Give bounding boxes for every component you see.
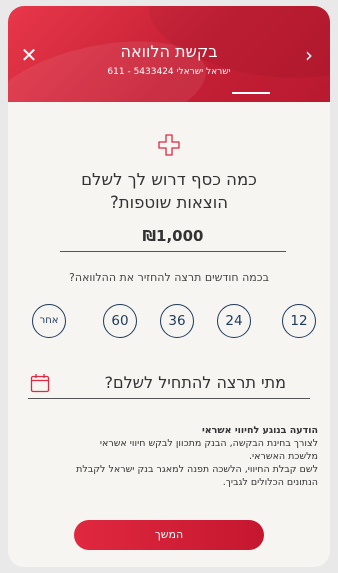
months-options: 12 24 36 60 אחר [22, 304, 316, 338]
loan-request-card: ✕ › בקשת הלוואה ישראל ישראלי 5433424 - 6… [8, 6, 330, 567]
amount-question-line: כמה כסף דרוש לך לשלם [81, 170, 257, 189]
start-date-field[interactable]: מתי תרצה להתחיל לשלם? [28, 369, 310, 399]
step-progress-indicator [232, 92, 270, 94]
credit-notice-text: הנתונים הכלולים לגביך. [222, 477, 318, 488]
close-icon[interactable]: ✕ [18, 44, 40, 66]
continue-button[interactable]: המשך [74, 520, 264, 550]
plus-outline-icon [158, 134, 180, 156]
amount-input[interactable] [60, 222, 286, 250]
calendar-icon[interactable] [30, 373, 50, 393]
credit-notice-text: לשם קבלת החיווי, הלשכה תפנה למאגר בנק יש… [76, 464, 318, 475]
amount-question: כמה כסף דרוש לך לשלם הוצאות שוטפות? [48, 168, 290, 214]
start-date-label[interactable]: מתי תרצה להתחיל לשלם? [104, 373, 286, 392]
header: ✕ › בקשת הלוואה ישראל ישראלי 5433424 - 6… [8, 6, 330, 102]
credit-notice-text: מלשכת האשראי. [248, 451, 318, 462]
month-option-60[interactable]: 60 [103, 304, 137, 338]
account-subtitle: ישראל ישראלי 5433424 - 611 [107, 67, 231, 77]
chevron-right-icon[interactable]: › [298, 44, 320, 66]
months-question: בכמה חודשים תרצה להחזיר את ההלוואה? [69, 271, 269, 284]
amount-field [60, 222, 286, 252]
amount-question-line: הוצאות שוטפות? [110, 193, 228, 212]
credit-notice-text: לצורך בחינת הבקשה, הבנק מתכוון לבקש חיוו… [99, 438, 318, 449]
month-option-other[interactable]: אחר [32, 304, 66, 338]
page-title: בקשת הלוואה [120, 42, 218, 61]
month-option-36[interactable]: 36 [160, 304, 194, 338]
month-option-12[interactable]: 12 [282, 304, 316, 338]
credit-notice-title: הודעה בנוגע לחיווי אשראי [201, 425, 318, 436]
credit-notice: הודעה בנוגע לחיווי אשראי לצורך בחינת הבק… [24, 424, 318, 489]
month-option-24[interactable]: 24 [217, 304, 251, 338]
